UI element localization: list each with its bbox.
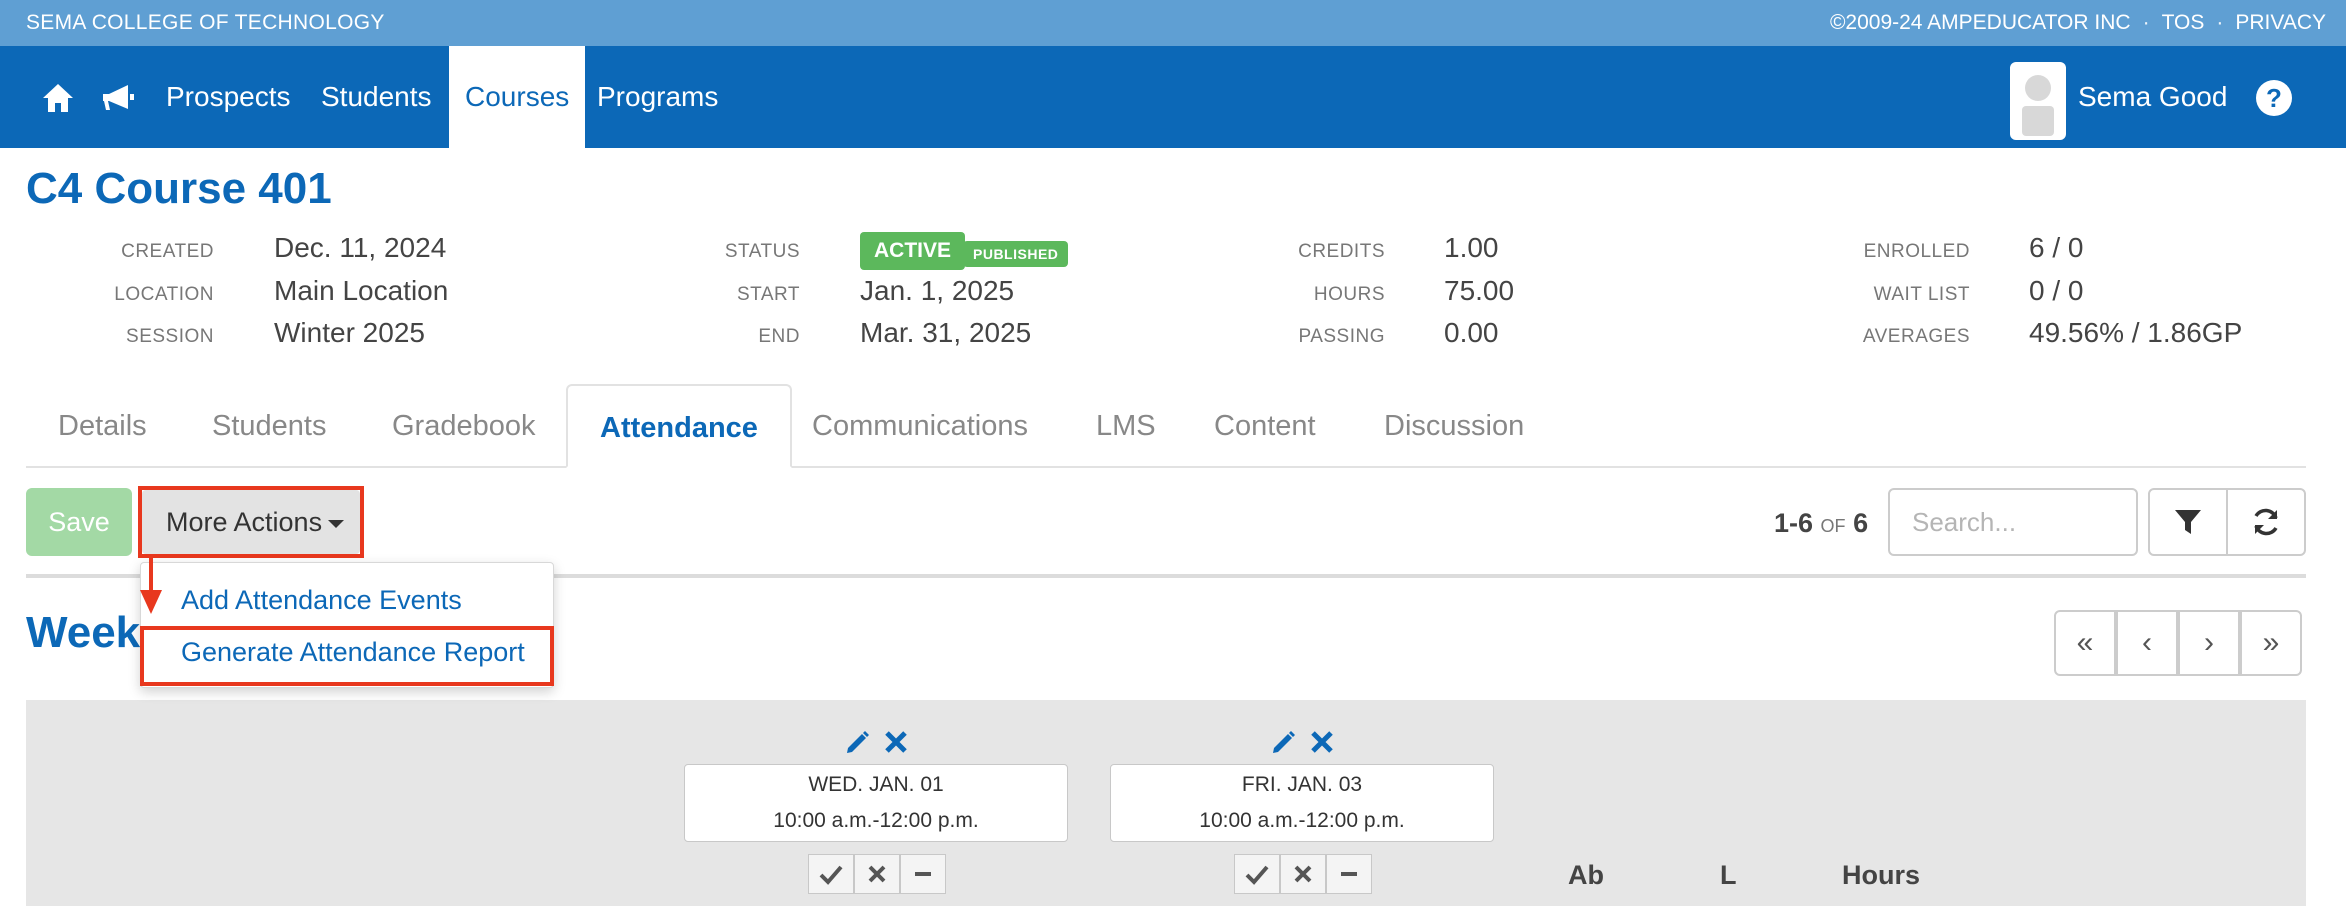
column-header-absent: Ab [1568, 860, 1604, 890]
published-badge: PUBLISHED [963, 241, 1069, 267]
mark-absent-button[interactable] [854, 854, 900, 894]
last-page-button[interactable]: » [2240, 610, 2302, 676]
tab-discussion[interactable]: Discussion [1352, 384, 1556, 468]
session-label: SESSION [126, 326, 214, 347]
location-value: Main Location [274, 275, 449, 306]
mark-present-button[interactable] [808, 854, 854, 894]
filter-button[interactable] [2148, 488, 2228, 556]
event-card[interactable]: WED. JAN. 01 10:00 a.m.-12:00 p.m. [684, 764, 1068, 842]
tab-gradebook[interactable]: Gradebook [360, 384, 568, 468]
filter-icon [2175, 510, 2201, 534]
x-icon [1294, 865, 1312, 883]
top-bar: SEMA COLLEGE OF TECHNOLOGY ©2009-24 AMPE… [0, 0, 2346, 46]
credits-value: 1.00 [1444, 232, 1499, 263]
end-label: END [758, 326, 800, 347]
created-label: CREATED [121, 241, 214, 262]
copyright-text: ©2009-24 AMPEDUCATOR INC [1829, 11, 2131, 34]
nav-courses[interactable]: Courses [449, 46, 586, 148]
x-icon[interactable] [1308, 728, 1336, 756]
first-page-button[interactable]: « [2054, 610, 2116, 676]
passing-label: PASSING [1298, 326, 1385, 347]
x-icon[interactable] [882, 728, 910, 756]
school-name: SEMA COLLEGE OF TECHNOLOGY [26, 11, 385, 34]
nav-students[interactable]: Students [305, 46, 448, 148]
clear-mark-button[interactable] [900, 854, 946, 894]
check-icon [819, 865, 843, 885]
enrolled-label: ENROLLED [1863, 241, 1970, 262]
start-value: Jan. 1, 2025 [860, 275, 1015, 306]
clear-mark-button[interactable] [1326, 854, 1372, 894]
waitlist-value: 0 / 0 [2029, 275, 2084, 306]
created-value: Dec. 11, 2024 [274, 232, 447, 263]
refresh-icon [2254, 508, 2278, 536]
x-icon [868, 865, 886, 883]
save-button[interactable]: Save [26, 488, 132, 556]
top-links: ©2009-24 AMPEDUCATOR INC · TOS · PRIVACY [1830, 11, 2326, 35]
tos-link[interactable]: TOS [2162, 11, 2205, 35]
pencil-icon[interactable] [1270, 728, 1298, 756]
tab-lms[interactable]: LMS [1064, 384, 1188, 468]
page-title: C4 Course 401 [26, 164, 332, 213]
hours-value: 75.00 [1444, 275, 1515, 306]
next-page-button[interactable]: › [2178, 610, 2240, 676]
separator: · [2216, 11, 2224, 34]
waitlist-label: WAIT LIST [1873, 284, 1970, 305]
avatar[interactable] [2010, 62, 2066, 140]
of-text: OF [1820, 516, 1846, 536]
tab-content[interactable]: Content [1182, 384, 1348, 468]
tab-details[interactable]: Details [26, 384, 179, 468]
mark-absent-button[interactable] [1280, 854, 1326, 894]
minus-icon [915, 872, 931, 876]
status-badge: ACTIVE [860, 232, 966, 270]
event-date: WED. JAN. 01 [808, 773, 944, 796]
nav-prospects[interactable]: Prospects [150, 46, 307, 148]
averages-value: 49.56% / 1.86GP [2029, 317, 2243, 348]
total-text: 6 [1853, 508, 1869, 538]
home-icon[interactable] [38, 78, 78, 118]
menu-item-add-attendance-events[interactable]: Add Attendance Events [181, 585, 462, 616]
column-header-hours: Hours [1842, 860, 1921, 890]
nav-programs[interactable]: Programs [581, 46, 734, 148]
tab-students[interactable]: Students [180, 384, 358, 468]
passing-value: 0.00 [1444, 317, 1499, 348]
help-icon[interactable]: ? [2256, 80, 2292, 116]
end-value: Mar. 31, 2025 [860, 317, 1032, 348]
mark-present-button[interactable] [1234, 854, 1280, 894]
user-name[interactable]: Sema Good [2078, 46, 2227, 148]
event-time: 10:00 a.m.-12:00 p.m. [773, 809, 979, 832]
minus-icon [1341, 872, 1357, 876]
search-input[interactable] [1888, 488, 2138, 556]
arrow-annotation-icon [140, 556, 162, 614]
separator: · [2142, 11, 2150, 34]
range-text: 1-6 [1774, 508, 1814, 538]
hours-label: HOURS [1313, 284, 1385, 305]
event-card[interactable]: FRI. JAN. 03 10:00 a.m.-12:00 p.m. [1110, 764, 1494, 842]
averages-label: AVERAGES [1862, 326, 1970, 347]
column-header-late: L [1720, 860, 1737, 890]
highlight-more-actions [138, 486, 364, 558]
refresh-button[interactable] [2226, 488, 2306, 556]
status-label: STATUS [724, 241, 800, 262]
prev-page-button[interactable]: ‹ [2116, 610, 2178, 676]
pagination-count: 1-6 OF 6 [1774, 508, 1868, 539]
week-title: Week [26, 608, 141, 657]
pencil-icon[interactable] [844, 728, 872, 756]
main-nav: Prospects Students Courses Programs Sema… [0, 46, 2346, 148]
privacy-link[interactable]: PRIVACY [2235, 11, 2326, 35]
start-label: START [736, 284, 800, 305]
check-icon [1245, 865, 1269, 885]
tab-attendance[interactable]: Attendance [566, 384, 792, 468]
event-date: FRI. JAN. 03 [1241, 773, 1363, 796]
tab-communications[interactable]: Communications [780, 384, 1060, 468]
enrolled-value: 6 / 0 [2029, 232, 2084, 263]
session-value: Winter 2025 [274, 317, 425, 348]
megaphone-icon[interactable] [98, 78, 138, 118]
highlight-generate-report [140, 626, 554, 686]
event-time: 10:00 a.m.-12:00 p.m. [1199, 809, 1405, 832]
location-label: LOCATION [114, 284, 214, 305]
credits-label: CREDITS [1298, 241, 1385, 262]
